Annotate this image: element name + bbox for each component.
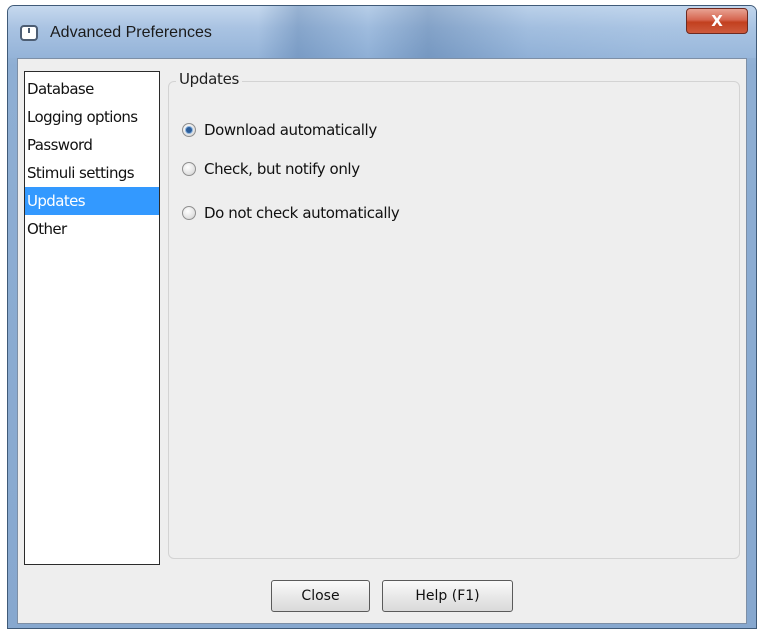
category-list: Database Logging options Password Stimul… bbox=[24, 71, 160, 565]
app-window-icon bbox=[20, 25, 38, 41]
radio-label: Download automatically bbox=[204, 121, 377, 139]
help-button[interactable]: Help (F1) bbox=[382, 580, 513, 612]
option-download-automatically[interactable]: Download automatically bbox=[182, 119, 377, 141]
window-title: Advanced Preferences bbox=[50, 24, 212, 41]
radio-label: Do not check automatically bbox=[204, 204, 400, 222]
close-button[interactable]: Close bbox=[271, 580, 370, 612]
dialog-window: Advanced Preferences X Database Logging … bbox=[7, 5, 757, 629]
category-item-logging-options[interactable]: Logging options bbox=[25, 103, 159, 131]
radio-do-not-check[interactable] bbox=[182, 206, 196, 220]
category-item-stimuli-settings[interactable]: Stimuli settings bbox=[25, 159, 159, 187]
title-bar[interactable]: Advanced Preferences X bbox=[8, 6, 756, 58]
category-item-password[interactable]: Password bbox=[25, 131, 159, 159]
dialog-content: Database Logging options Password Stimul… bbox=[17, 58, 747, 624]
category-item-updates[interactable]: Updates bbox=[25, 187, 159, 215]
option-check-notify-only[interactable]: Check, but notify only bbox=[182, 158, 360, 180]
radio-check-notify-only[interactable] bbox=[182, 162, 196, 176]
radio-label: Check, but notify only bbox=[204, 160, 360, 178]
radio-download-automatically[interactable] bbox=[182, 123, 196, 137]
category-item-other[interactable]: Other bbox=[25, 215, 159, 243]
category-item-database[interactable]: Database bbox=[25, 75, 159, 103]
option-do-not-check[interactable]: Do not check automatically bbox=[182, 202, 400, 224]
updates-group-box bbox=[168, 81, 740, 559]
group-title: Updates bbox=[176, 70, 243, 88]
close-icon[interactable]: X bbox=[686, 8, 748, 34]
